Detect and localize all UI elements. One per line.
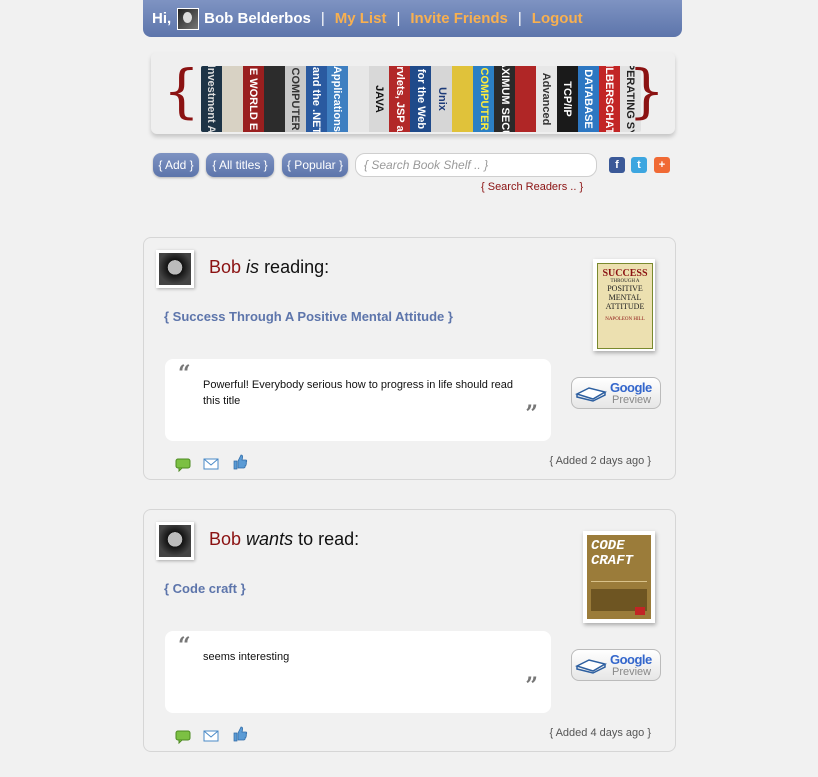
book-spine: Applications bbox=[326, 66, 348, 132]
addthis-icon[interactable]: + bbox=[654, 157, 670, 173]
top-nav-bar: Hi, Bob Belderbos | My List | Invite Fri… bbox=[143, 0, 682, 37]
book-icon bbox=[575, 387, 607, 402]
preview-label: Preview bbox=[612, 394, 652, 406]
user-name[interactable]: Bob Belderbos bbox=[204, 10, 311, 27]
book-spine: C# and the .NET Fr bbox=[305, 66, 327, 132]
book-spine-label: DATABASE bbox=[582, 69, 595, 129]
review-text: Powerful! Everybody serious how to progr… bbox=[203, 379, 513, 407]
user-link[interactable]: Bob bbox=[209, 257, 241, 277]
avatar[interactable] bbox=[156, 250, 194, 288]
book-spines: Investment A E WORLD E COMPUTER C# and the … bbox=[201, 66, 641, 132]
book-spine: Servlets, JSP and bbox=[389, 66, 411, 132]
google-preview-button[interactable]: Google Preview bbox=[571, 649, 661, 681]
review-quote: “ Powerful! Everybody serious how to pro… bbox=[165, 359, 551, 441]
separator: | bbox=[320, 10, 325, 27]
added-timestamp: { Added 4 days ago } bbox=[549, 727, 651, 739]
like-icon[interactable] bbox=[232, 726, 248, 742]
book-spine: COMPUTER bbox=[473, 66, 495, 132]
bookshelf-banner: { Investment A E WORLD E COMPUTER C# and th… bbox=[151, 52, 675, 134]
book-spine-label: Investment A bbox=[205, 66, 218, 132]
book-spine: Advanced bbox=[536, 66, 557, 132]
book-spine-label: COMPUTER bbox=[477, 67, 490, 131]
search-bookshelf-input[interactable] bbox=[355, 153, 597, 177]
like-icon[interactable] bbox=[232, 454, 248, 470]
book-spine: for the Web bbox=[410, 66, 432, 132]
open-quote-icon: “ bbox=[178, 361, 191, 387]
book-spine bbox=[221, 66, 243, 132]
comment-icon[interactable] bbox=[175, 458, 191, 472]
logout-link[interactable]: Logout bbox=[532, 10, 583, 27]
facebook-icon[interactable]: f bbox=[609, 157, 625, 173]
popular-button[interactable]: { Popular } bbox=[282, 153, 348, 177]
invite-friends-link[interactable]: Invite Friends bbox=[410, 10, 508, 27]
activity-heading: Bob is reading: bbox=[209, 257, 330, 277]
activity-card: Bob is reading: { Success Through A Posi… bbox=[143, 237, 676, 480]
twitter-icon[interactable]: t bbox=[631, 157, 647, 173]
book-spine bbox=[347, 66, 369, 132]
email-icon[interactable] bbox=[203, 729, 219, 743]
activity-heading: Bob wants to read: bbox=[209, 529, 360, 549]
book-spine-label: SILBERSCHATZ bbox=[603, 66, 616, 132]
close-quote-icon: ” bbox=[525, 673, 538, 699]
review-quote: “ seems interesting ” bbox=[165, 631, 551, 713]
book-spine: Investment A bbox=[201, 66, 222, 132]
left-brace: { bbox=[163, 57, 200, 125]
book-spine: E WORLD E bbox=[242, 66, 264, 132]
book-spine: SILBERSCHATZ bbox=[598, 66, 620, 132]
book-title-link[interactable]: { Code craft } bbox=[164, 581, 246, 596]
book-spine: COMPUTER bbox=[284, 66, 306, 132]
book-spine: AXIMUM SECU bbox=[494, 66, 516, 132]
email-icon[interactable] bbox=[203, 457, 219, 471]
book-spine-label: AXIMUM SECU bbox=[498, 66, 511, 132]
activity-card: Bob wants to read: { Code craft } CODE C… bbox=[143, 509, 676, 752]
open-quote-icon: “ bbox=[178, 633, 191, 659]
all-titles-button[interactable]: { All titles } bbox=[206, 153, 274, 177]
greeting: Hi, bbox=[152, 10, 172, 27]
cover-title: SUCCESS bbox=[602, 268, 648, 279]
book-spine-label: C# and the .NET Fr bbox=[310, 66, 323, 132]
user-link[interactable]: Bob bbox=[209, 529, 241, 549]
book-spine-label: Servlets, JSP and bbox=[393, 66, 406, 132]
book-spine-label: Applications bbox=[331, 66, 344, 132]
separator: | bbox=[517, 10, 522, 27]
avatar[interactable] bbox=[156, 522, 194, 560]
book-spine: TCP/IP bbox=[556, 66, 578, 132]
add-button[interactable]: { Add } bbox=[153, 153, 199, 177]
book-spine-label: for the Web bbox=[414, 68, 427, 130]
user-avatar[interactable] bbox=[177, 7, 200, 30]
google-label: Google bbox=[610, 380, 652, 395]
book-cover[interactable]: CODE CRAFT bbox=[583, 531, 655, 623]
review-text: seems interesting bbox=[203, 651, 290, 663]
right-brace: } bbox=[628, 57, 665, 125]
search-readers-link[interactable]: { Search Readers .. } bbox=[481, 181, 583, 193]
separator: | bbox=[396, 10, 401, 27]
google-preview-button[interactable]: Google Preview bbox=[571, 377, 661, 409]
book-spine bbox=[452, 66, 474, 132]
book-spine: Unix bbox=[431, 66, 453, 132]
book-spine-label: COMPUTER bbox=[289, 67, 302, 131]
close-quote-icon: ” bbox=[525, 401, 538, 427]
book-title-link[interactable]: { Success Through A Positive Mental Atti… bbox=[164, 309, 453, 324]
book-spine bbox=[515, 66, 536, 132]
cover-title: CODE bbox=[591, 538, 625, 554]
book-icon bbox=[575, 659, 607, 674]
book-spine bbox=[263, 66, 285, 132]
google-label: Google bbox=[610, 652, 652, 667]
book-cover[interactable]: SUCCESS THROUGH A POSITIVE MENTAL ATTITU… bbox=[593, 259, 655, 351]
book-spine-label: JAVA bbox=[372, 85, 385, 113]
book-spine-label: Unix bbox=[435, 87, 448, 111]
my-list-link[interactable]: My List bbox=[335, 10, 387, 27]
book-spine: JAVA bbox=[368, 66, 390, 132]
book-spine-label: E WORLD E bbox=[247, 67, 260, 131]
added-timestamp: { Added 2 days ago } bbox=[549, 455, 651, 467]
book-spine: DATABASE bbox=[577, 66, 599, 132]
book-spine-label: Advanced bbox=[540, 72, 553, 126]
preview-label: Preview bbox=[612, 666, 652, 678]
book-spine-label: TCP/IP bbox=[561, 81, 574, 117]
comment-icon[interactable] bbox=[175, 730, 191, 744]
